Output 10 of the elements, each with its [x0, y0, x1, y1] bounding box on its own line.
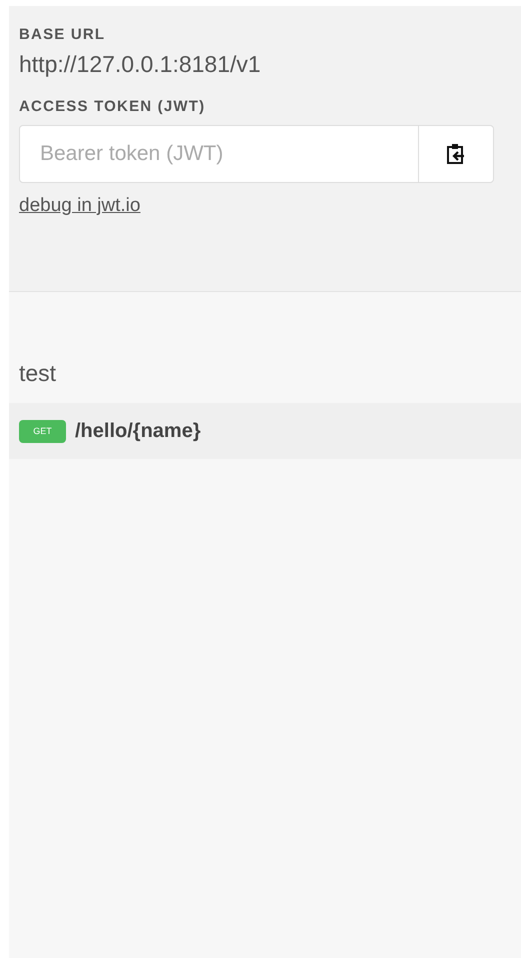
field-label: ACCESS TOKEN (JWT)	[19, 98, 206, 115]
token-field[interactable]: Bearer token (JWT)	[19, 125, 494, 183]
field-label: BASE URL	[19, 26, 106, 43]
method-badge: GET	[19, 420, 66, 442]
debug-link[interactable]: debug in jwt.io	[19, 195, 140, 217]
clipboard-icon	[446, 143, 466, 165]
group-title: test	[18, 359, 58, 388]
base-url: http://127.0.0.1:8181/v1	[19, 51, 262, 78]
endpoint-row[interactable]: GET /hello/{name}	[9, 403, 521, 459]
endpoint-path: /hello/{name}	[75, 420, 201, 442]
